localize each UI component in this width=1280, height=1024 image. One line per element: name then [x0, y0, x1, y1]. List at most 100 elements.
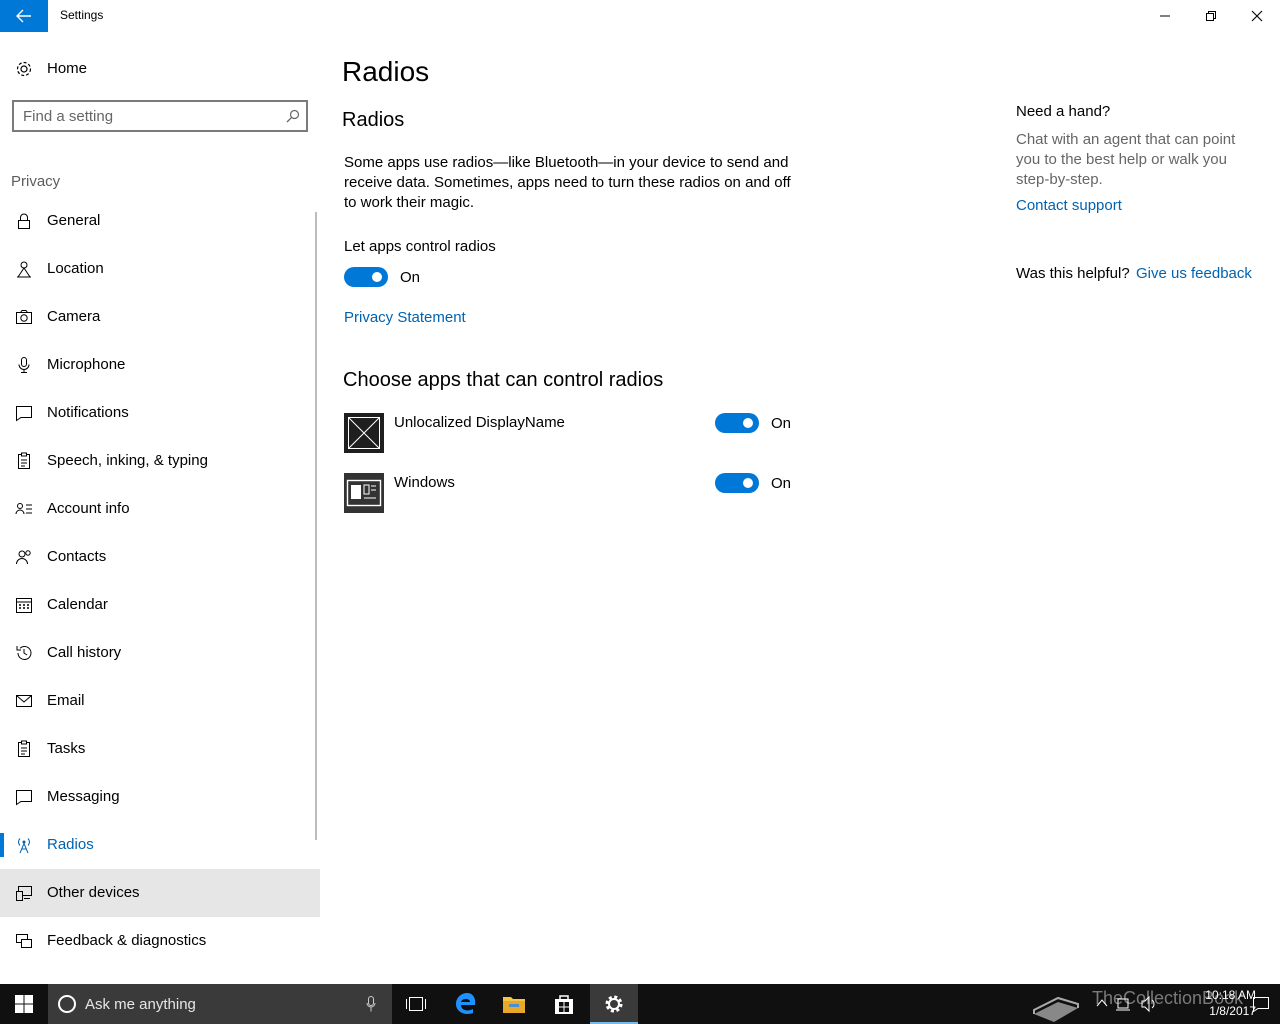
edge-button[interactable]: [442, 984, 490, 1024]
camera-icon: [16, 310, 32, 324]
sidebar-item-general[interactable]: General: [0, 197, 320, 245]
sidebar-item-label: Email: [47, 692, 85, 709]
sidebar-item-label: Messaging: [47, 788, 120, 805]
privacy-nav-list: General Location Camera Microphone Notif…: [0, 197, 320, 965]
sidebar-item-notifications[interactable]: Notifications: [0, 389, 320, 437]
windows-logo-icon: [15, 995, 33, 1013]
store-button[interactable]: [540, 984, 588, 1024]
microphone-icon: [18, 357, 30, 373]
devices-icon: [16, 886, 32, 901]
help-title: Need a hand?: [1016, 103, 1111, 120]
cortana-search-text: Ask me anything: [85, 996, 196, 1013]
main-content: Radios Radios Some apps use radios—like …: [320, 32, 1280, 984]
taskbar-clock[interactable]: 10:18 AM 1/8/2017: [1205, 987, 1256, 1019]
home-nav-item[interactable]: Home: [0, 46, 320, 90]
speech-icon: [18, 452, 30, 469]
cortana-icon: [58, 995, 76, 1013]
sidebar-item-radios[interactable]: Radios: [0, 821, 320, 869]
minimize-button[interactable]: [1142, 0, 1188, 32]
give-feedback-link[interactable]: Give us feedback: [1136, 265, 1252, 282]
lock-icon: [18, 213, 30, 229]
sidebar-item-label: Notifications: [47, 404, 129, 421]
store-icon: [555, 995, 573, 1014]
sidebar-item-label: Speech, inking, & typing: [47, 452, 208, 469]
sidebar-item-other-devices[interactable]: Other devices: [0, 869, 320, 917]
choose-apps-title: Choose apps that can control radios: [343, 369, 664, 391]
taskbar: Ask me anything TheCollectionBook 10:18 …: [0, 984, 1280, 1024]
task-view-icon: [406, 997, 426, 1011]
sidebar-item-label: Account info: [47, 500, 130, 517]
system-tray-icons[interactable]: [1094, 994, 1164, 1014]
cortana-search-box[interactable]: Ask me anything: [48, 984, 392, 1024]
notifications-icon: [16, 406, 32, 422]
sidebar-item-label: Radios: [47, 836, 94, 853]
home-label: Home: [47, 60, 88, 77]
file-explorer-button[interactable]: [490, 984, 538, 1024]
title-bar: Settings: [0, 0, 1280, 32]
sidebar-item-label: Microphone: [47, 356, 126, 373]
page-title: Radios: [342, 56, 430, 87]
back-arrow-icon: [16, 9, 31, 23]
sidebar-item-label: Camera: [47, 308, 101, 325]
search-input[interactable]: [23, 107, 273, 125]
gear-icon: [16, 61, 32, 77]
radios-icon: [18, 838, 30, 854]
gear-icon: [605, 995, 623, 1013]
sidebar-item-account-info[interactable]: Account info: [0, 485, 320, 533]
windows-app-icon: [344, 473, 384, 513]
back-button[interactable]: [0, 0, 48, 32]
control-radios-toggle[interactable]: [344, 267, 388, 287]
calendar-icon: [16, 598, 32, 613]
app-radios-toggle[interactable]: [715, 413, 759, 433]
settings-search-box[interactable]: [12, 100, 308, 132]
contacts-icon: [16, 550, 31, 565]
sidebar-item-label: Other devices: [47, 884, 140, 901]
edge-icon: [456, 993, 476, 1014]
sidebar-item-calendar[interactable]: Calendar: [0, 581, 320, 629]
sidebar-item-call-history[interactable]: Call history: [0, 629, 320, 677]
folder-icon: [503, 997, 525, 1013]
account-info-icon: [15, 503, 32, 515]
sidebar-item-label: Location: [47, 260, 104, 277]
action-center-icon[interactable]: [1252, 995, 1270, 1013]
start-button[interactable]: [0, 984, 48, 1024]
history-icon: [16, 646, 32, 660]
settings-taskbar-button[interactable]: [590, 984, 638, 1024]
sidebar-item-feedback[interactable]: Feedback & diagnostics: [0, 917, 320, 965]
radios-description: Some apps use radios—like Bluetooth—in y…: [344, 154, 791, 211]
app-radios-toggle[interactable]: [715, 473, 759, 493]
app-placeholder-icon: [344, 413, 384, 453]
section-title: Radios: [342, 109, 405, 131]
window-title: Settings: [60, 8, 104, 22]
clock-date: 1/8/2017: [1209, 1004, 1256, 1018]
microphone-icon[interactable]: [366, 995, 376, 1013]
sidebar-scrollbar[interactable]: [315, 212, 317, 840]
close-button[interactable]: [1234, 0, 1280, 32]
sidebar-item-microphone[interactable]: Microphone: [0, 341, 320, 389]
sidebar-item-contacts[interactable]: Contacts: [0, 533, 320, 581]
sidebar-item-messaging[interactable]: Messaging: [0, 773, 320, 821]
sidebar: Home Privacy General Location Camera Mic…: [0, 32, 320, 984]
sidebar-item-tasks[interactable]: Tasks: [0, 725, 320, 773]
sidebar-item-location[interactable]: Location: [0, 245, 320, 293]
feedback-icon: [16, 934, 32, 948]
sidebar-item-label: Tasks: [47, 740, 86, 757]
section-label-privacy: Privacy: [11, 173, 61, 190]
helpful-label: Was this helpful?: [1016, 265, 1130, 282]
sidebar-item-speech[interactable]: Speech, inking, & typing: [0, 437, 320, 485]
restore-icon: [1206, 11, 1216, 21]
email-icon: [16, 695, 32, 707]
task-view-button[interactable]: [392, 984, 440, 1024]
app-toggle-state: On: [771, 415, 792, 432]
search-icon[interactable]: [286, 109, 300, 123]
sidebar-item-camera[interactable]: Camera: [0, 293, 320, 341]
contact-support-link[interactable]: Contact support: [1016, 197, 1122, 214]
sidebar-item-label: Feedback & diagnostics: [47, 932, 207, 949]
sidebar-item-label: Contacts: [47, 548, 107, 565]
app-name: Windows: [394, 474, 455, 491]
minimize-icon: [1160, 15, 1170, 17]
sidebar-item-email[interactable]: Email: [0, 677, 320, 725]
restore-button[interactable]: [1188, 0, 1234, 32]
privacy-statement-link[interactable]: Privacy Statement: [344, 309, 466, 326]
sidebar-item-label: General: [47, 212, 101, 229]
